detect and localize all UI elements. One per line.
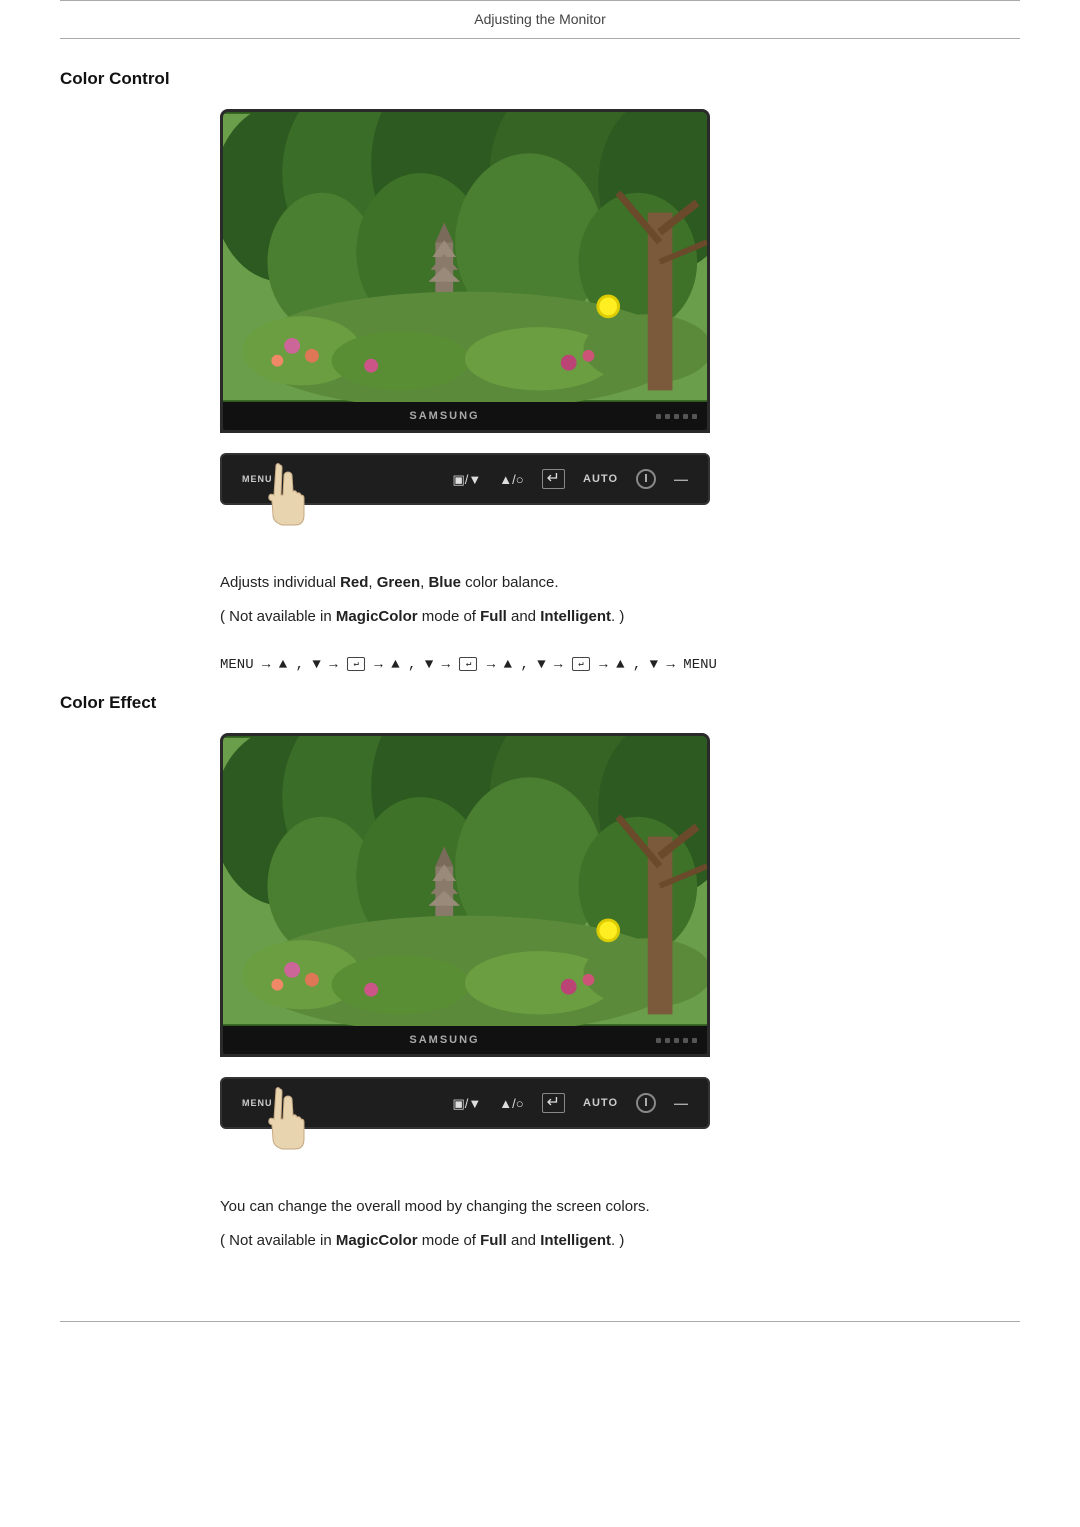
monitor-brand-text-2: SAMSUNG: [233, 1034, 656, 1046]
garden-scene-svg-2: [223, 736, 707, 1026]
color-control-title: Color Control: [60, 69, 1020, 89]
monitor-brand-bar-2: SAMSUNG: [223, 1026, 707, 1054]
color-effect-desc-1: You can change the overall mood by chang…: [220, 1194, 1020, 1220]
garden-scene-svg-1: [223, 112, 707, 402]
cp-brightness-group-2: ▣/▼: [453, 1097, 482, 1110]
control-panel-container-1: MENU ▣/▼ ▲/○ ↵ AUTO —: [220, 453, 1020, 505]
color-control-desc-2: ( Not available in MagicColor mode of Fu…: [220, 604, 1020, 630]
cp-minus-2: —: [674, 1095, 688, 1111]
cp-enter-group-2: ↵: [542, 1093, 565, 1113]
cp-auto-group-2: AUTO: [583, 1097, 618, 1109]
hand-cursor-1: [260, 460, 320, 540]
cp-auto-text-2: AUTO: [583, 1097, 618, 1109]
page-footer: [60, 1321, 1020, 1342]
cp-brightness-group-1: ▣/▼: [453, 473, 482, 486]
color-control-menu-path: MENU → ▲ , ▼ → ↵ → ▲ , ▼ → ↵ → ▲ , ▼ → ↵…: [60, 657, 1020, 673]
color-control-description: Adjusts individual Red, Green, Blue colo…: [60, 560, 1020, 657]
monitor-image-color-effect: SAMSUNG: [220, 733, 1020, 1057]
monitor-display-2: SAMSUNG: [220, 733, 710, 1057]
page-header: Adjusting the Monitor: [60, 0, 1020, 39]
control-panel-container-2: MENU ▣/▼ ▲/○ ↵ AUTO —: [220, 1077, 1020, 1129]
color-effect-title: Color Effect: [60, 693, 1020, 713]
content-area: Color Control: [0, 39, 1080, 1321]
cp-auto-group-1: AUTO: [583, 473, 618, 485]
color-control-section: Color Control: [60, 69, 1020, 673]
hand-cursor-2: [260, 1084, 320, 1164]
cp-auto-text-1: AUTO: [583, 473, 618, 485]
monitor-screen-1: [223, 112, 707, 402]
cp-volume-symbol-2: ▲/○: [499, 1097, 523, 1110]
page-title: Adjusting the Monitor: [474, 11, 606, 27]
cp-icons-row-1: ▣/▼ ▲/○ ↵ AUTO —: [453, 469, 688, 489]
monitor-brand-text-1: SAMSUNG: [233, 410, 656, 422]
cp-volume-symbol-1: ▲/○: [499, 473, 523, 486]
color-control-desc-1: Adjusts individual Red, Green, Blue colo…: [220, 570, 1020, 596]
monitor-brand-bar-1: SAMSUNG: [223, 402, 707, 430]
color-effect-desc-2: ( Not available in MagicColor mode of Fu…: [220, 1228, 1020, 1254]
monitor-image-color-control: SAMSUNG: [220, 109, 1020, 433]
color-effect-description: You can change the overall mood by chang…: [60, 1184, 1020, 1281]
monitor-screen-2: [223, 736, 707, 1026]
cp-enter-symbol-1: ↵: [542, 469, 565, 489]
cp-icons-row-2: ▣/▼ ▲/○ ↵ AUTO —: [453, 1093, 688, 1113]
cp-enter-group-1: ↵: [542, 469, 565, 489]
cp-brightness-symbol-1: ▣/▼: [453, 473, 482, 486]
color-effect-section: Color Effect: [60, 693, 1020, 1281]
monitor-display-1: SAMSUNG: [220, 109, 710, 433]
cp-volume-group-1: ▲/○: [499, 473, 523, 486]
cp-minus-1: —: [674, 471, 688, 487]
cp-volume-group-2: ▲/○: [499, 1097, 523, 1110]
cp-enter-symbol-2: ↵: [542, 1093, 565, 1113]
monitor-buttons-1: [656, 414, 697, 419]
cp-brightness-symbol-2: ▣/▼: [453, 1097, 482, 1110]
cp-power-btn-1: [636, 469, 656, 489]
monitor-buttons-2: [656, 1038, 697, 1043]
cp-power-btn-2: [636, 1093, 656, 1113]
